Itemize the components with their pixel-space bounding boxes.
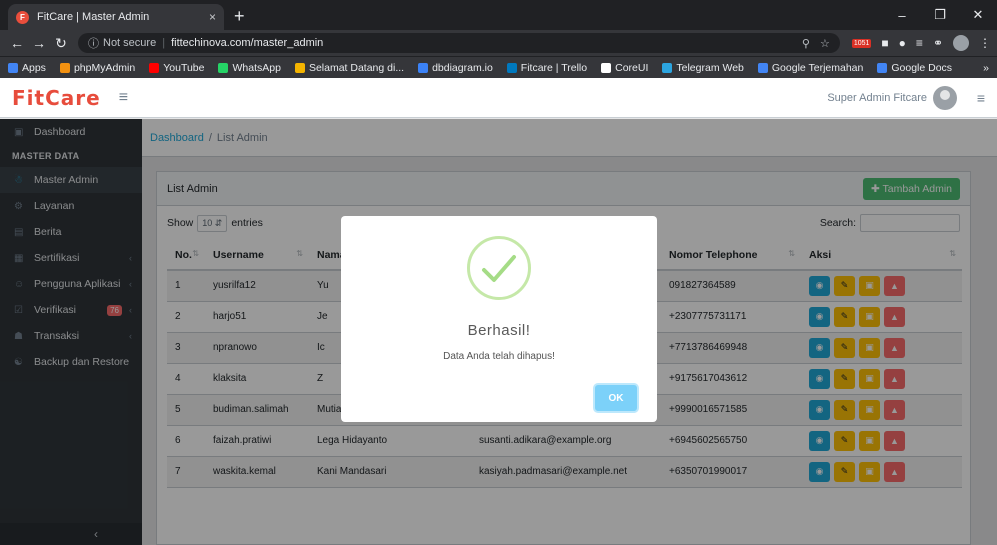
bookmark-label: Fitcare | Trello xyxy=(520,61,588,74)
bookmark-item[interactable]: WhatsApp xyxy=(218,61,281,74)
success-check-icon xyxy=(467,236,531,300)
zoom-icon[interactable]: ⚲ xyxy=(802,37,810,50)
bookmark-item[interactable]: Apps xyxy=(8,62,46,74)
sidebar-toggle-icon[interactable]: ≡ xyxy=(119,89,128,107)
bookmark-label: Apps xyxy=(22,61,46,74)
bookmark-icon xyxy=(601,62,612,73)
extension-circle-icon[interactable]: ● xyxy=(899,36,906,50)
extension-badge-icon[interactable]: 1051 xyxy=(851,38,872,48)
dialog-title: Berhasil! xyxy=(467,322,531,339)
fitcare-favicon-icon: F xyxy=(16,10,29,24)
bookmark-item[interactable]: Telegram Web xyxy=(662,62,744,74)
browser-menu-icon[interactable]: ⋮ xyxy=(979,36,991,50)
window-controls: – ❐ ✕ xyxy=(883,0,997,30)
bookmark-icon xyxy=(418,62,429,73)
tab-title: FitCare | Master Admin xyxy=(37,11,150,23)
bookmark-item[interactable]: YouTube xyxy=(149,62,204,74)
profile-avatar-icon[interactable] xyxy=(953,35,969,51)
bookmark-label: YouTube xyxy=(163,61,205,74)
address-separator: | xyxy=(162,37,166,49)
success-dialog: Berhasil! Data Anda telah dihapus! OK xyxy=(341,216,657,422)
security-label: Not secure xyxy=(103,37,157,49)
bookmark-icon xyxy=(294,62,305,73)
extensions-area: 1051 ■ ● ≡ ⚭ ⋮ xyxy=(851,35,991,51)
user-name: Super Admin Fitcare xyxy=(827,92,927,104)
bookmark-label: CoreUI xyxy=(615,61,649,74)
minimize-icon[interactable]: – xyxy=(883,0,921,30)
bookmark-icon xyxy=(59,62,70,73)
checkmark-icon xyxy=(482,255,516,282)
bookmark-icon xyxy=(218,62,229,73)
bookmark-label: WhatsApp xyxy=(232,61,281,74)
bookmark-label: dbdiagram.io xyxy=(432,61,493,74)
bookmark-item[interactable]: Fitcare | Trello xyxy=(506,61,588,74)
dialog-message: Data Anda telah dihapus! xyxy=(443,351,555,362)
ok-button[interactable]: OK xyxy=(595,385,637,411)
browser-toolbar: ← → ↻ ⓘ Not secure | fittechinova.com/ma… xyxy=(0,30,997,56)
bookmark-label: Selamat Datang di... xyxy=(308,61,405,74)
bookmark-icon xyxy=(757,62,768,73)
bookmark-icon xyxy=(8,62,18,73)
avatar[interactable] xyxy=(933,86,957,110)
reload-icon[interactable]: ↻ xyxy=(50,35,72,52)
bookmark-item[interactable]: CoreUI xyxy=(601,62,648,74)
user-menu[interactable]: Super Admin Fitcare xyxy=(827,78,957,118)
brand-logo[interactable]: FitCare xyxy=(12,86,101,110)
restore-icon[interactable]: ❐ xyxy=(921,0,959,30)
brand: FitCare ≡ xyxy=(0,86,142,110)
bookmarks-bar: Apps phpMyAdmin YouTube WhatsApp Selamat Dat… xyxy=(0,56,997,78)
info-icon[interactable]: ⓘ xyxy=(88,35,99,51)
bookmark-item[interactable]: phpMyAdmin xyxy=(59,61,136,74)
bookmark-star-icon[interactable]: ☆ xyxy=(820,37,830,50)
url-text: fittechinova.com/master_admin xyxy=(171,37,324,49)
bookmark-icon xyxy=(506,62,517,73)
close-tab-icon[interactable]: × xyxy=(209,10,216,24)
bookmark-item[interactable]: Google Terjemahan xyxy=(757,61,864,74)
key-icon[interactable]: ⚭ xyxy=(933,36,943,50)
playlist-icon[interactable]: ≡ xyxy=(916,36,923,50)
bookmark-icon xyxy=(662,62,673,73)
back-icon[interactable]: ← xyxy=(6,35,28,51)
address-bar[interactable]: ⓘ Not secure | fittechinova.com/master_a… xyxy=(78,33,840,53)
bookmark-item[interactable]: Google Docs xyxy=(877,62,952,74)
close-window-icon[interactable]: ✕ xyxy=(959,0,997,30)
pdf-extension-icon[interactable]: ■ xyxy=(881,36,888,50)
app-header: FitCare ≡ Super Admin Fitcare ≡ xyxy=(0,78,997,118)
bookmark-icon xyxy=(877,62,888,73)
bookmarks-more-icon[interactable]: » xyxy=(983,62,989,74)
browser-tab[interactable]: F FitCare | Master Admin × xyxy=(8,4,224,30)
bookmark-label: Telegram Web xyxy=(676,61,744,74)
bookmark-item[interactable]: Selamat Datang di... xyxy=(294,61,405,74)
bookmark-label: Google Terjemahan xyxy=(771,61,864,74)
bookmark-item[interactable]: dbdiagram.io xyxy=(418,62,493,74)
bookmark-label: phpMyAdmin xyxy=(73,61,136,74)
aside-menu-icon[interactable]: ≡ xyxy=(977,90,985,106)
bookmark-label: Google Docs xyxy=(891,61,953,74)
browser-titlebar: F FitCare | Master Admin × + – ❐ ✕ xyxy=(0,0,997,30)
bookmark-icon xyxy=(149,62,160,73)
forward-icon[interactable]: → xyxy=(28,35,50,51)
new-tab-button[interactable]: + xyxy=(234,4,245,30)
